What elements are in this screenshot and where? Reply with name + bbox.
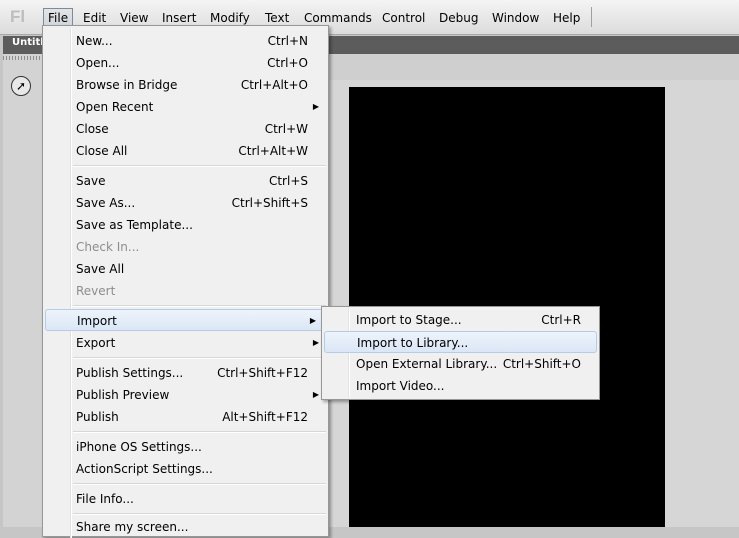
menu-item-close[interactable]: Close Ctrl+W [43,118,328,140]
menu-item-close-all[interactable]: Close All Ctrl+Alt+W [43,140,328,162]
menu-separator [73,513,326,515]
menubar-separator [591,7,592,27]
menu-item-browse-in-bridge[interactable]: Browse in Bridge Ctrl+Alt+O [43,74,328,96]
edit-bar [327,54,739,80]
menu-separator [73,483,326,485]
menu-item-save[interactable]: Save Ctrl+S [43,170,328,192]
menu-item-publish-preview[interactable]: Publish Preview ▶ [43,384,328,406]
menu-item-import-to-stage[interactable]: Import to Stage... Ctrl+R [322,309,599,331]
file-menu: New... Ctrl+N Open... Ctrl+O Browse in B… [42,25,329,538]
triangle-right-icon: ▶ [312,390,319,399]
menu-item-import[interactable]: Import ▶ [45,309,326,331]
triangle-right-icon: ▶ [309,316,316,325]
menu-item-check-in: Check In... [76,240,140,254]
menu-separator [73,165,326,167]
menu-control[interactable]: Control [378,9,429,27]
menu-item-publish[interactable]: Publish Alt+Shift+F12 [43,406,328,428]
menu-window[interactable]: Window [488,9,543,27]
menu-item-save-all[interactable]: Save All [43,258,328,280]
menu-item-file-info[interactable]: File Info... [43,488,328,510]
menu-item-import-video[interactable]: Import Video... [322,375,599,397]
menu-item-open-recent[interactable]: Open Recent ▶ [43,96,328,118]
menu-item-save-as[interactable]: Save As... Ctrl+Shift+S [43,192,328,214]
menu-item-open[interactable]: Open... Ctrl+O [43,52,328,74]
menu-item-import-to-library[interactable]: Import to Library... [324,331,597,353]
menu-separator [73,305,326,307]
panel-gripper[interactable] [3,56,43,60]
menu-separator [73,431,326,433]
menu-item-export[interactable]: Export ▶ [43,332,328,354]
menu-item-share-my-screen[interactable]: Share my screen... [43,516,328,538]
tool-panel [3,54,44,527]
menu-separator [73,357,326,359]
document-tab[interactable]: Untitl [12,37,44,48]
arrow-circle-icon[interactable]: ➚ [11,76,31,96]
flash-logo-icon: Fl [10,7,26,26]
menu-help[interactable]: Help [549,9,584,27]
menu-item-actionscript-settings[interactable]: ActionScript Settings... [43,458,328,480]
menu-item-publish-settings[interactable]: Publish Settings... Ctrl+Shift+F12 [43,362,328,384]
menu-item-save-as-template[interactable]: Save as Template... [43,214,328,236]
triangle-right-icon: ▶ [312,102,319,111]
menu-item-new[interactable]: New... Ctrl+N [43,30,328,52]
menu-debug[interactable]: Debug [435,9,482,27]
triangle-right-icon: ▶ [312,338,319,347]
menu-item-iphone-os-settings[interactable]: iPhone OS Settings... [43,436,328,458]
menu-item-open-external-library[interactable]: Open External Library... Ctrl+Shift+O [322,353,599,375]
menu-item-revert: Revert [76,284,116,298]
import-submenu: Import to Stage... Ctrl+R Import to Libr… [321,306,600,400]
